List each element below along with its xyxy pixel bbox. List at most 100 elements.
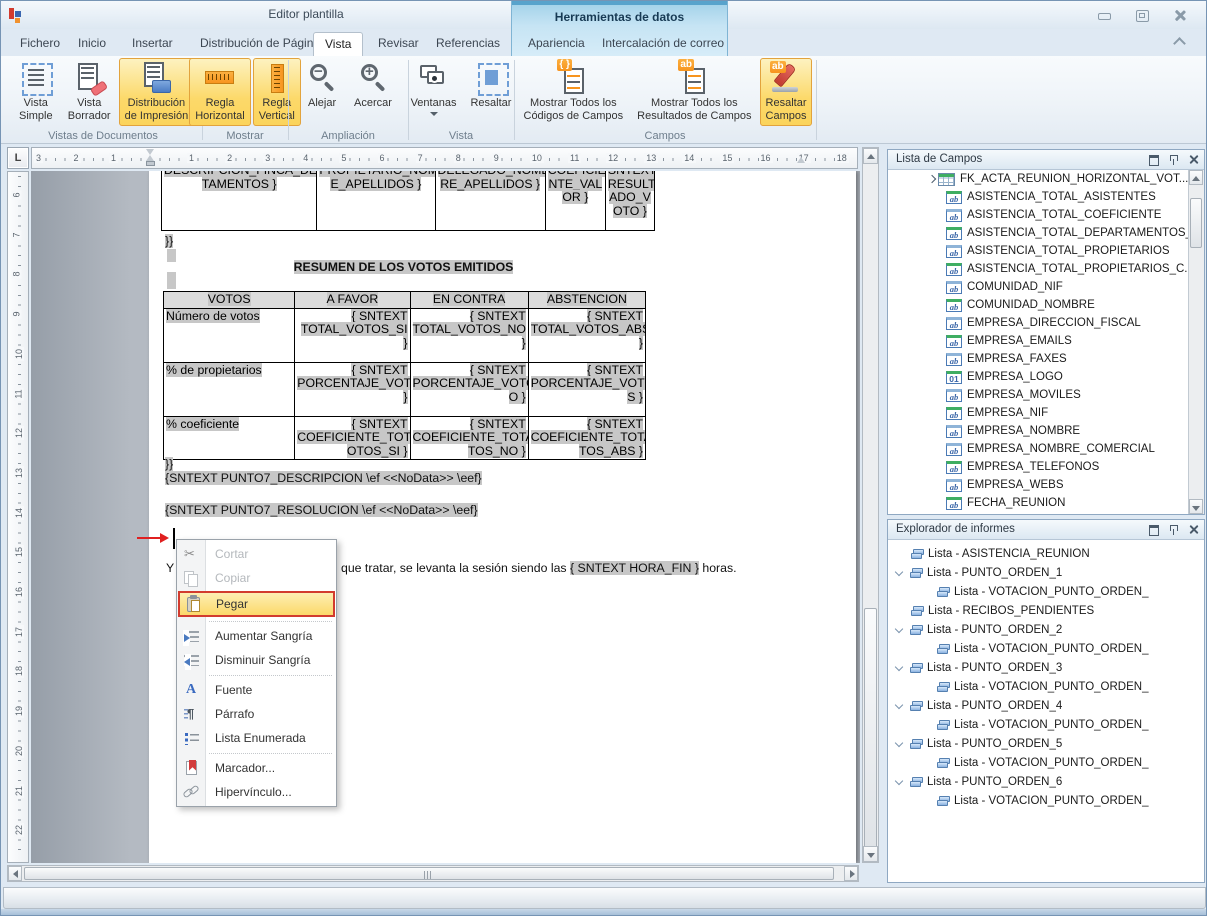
ribbon-button-mostrar-todos-los-resultados-de-campos[interactable]: abMostrar Todos losResultados de Campos xyxy=(631,58,757,126)
ribbon-button-vista-simple[interactable]: VistaSimple xyxy=(12,58,60,126)
field-item-empresa-direccion-fiscal[interactable]: EMPRESA_DIRECCION_FISCAL xyxy=(888,314,1188,332)
tab-distribucion-de-pagina[interactable]: Distribución de Página xyxy=(189,32,331,56)
close-panel-icon[interactable] xyxy=(1187,153,1200,166)
ribbon-button-resaltar[interactable]: Resaltar xyxy=(464,58,517,126)
menu-item-cortar[interactable]: Cortar xyxy=(177,542,336,566)
tab-stop-selector[interactable]: L xyxy=(7,147,29,169)
field-item-asistencia-total-coeficiente[interactable]: ASISTENCIA_TOTAL_COEFICIENTE xyxy=(888,206,1188,224)
expander-down-icon[interactable] xyxy=(896,702,903,709)
menu-item-aumentar-sangria[interactable]: Aumentar Sangría xyxy=(177,624,336,648)
expander-down-icon[interactable] xyxy=(896,740,903,747)
report-item-lista-votacion-punto-orden[interactable]: Lista - VOTACION_PUNTO_ORDEN_ xyxy=(888,791,1204,810)
field-item-empresa-logo[interactable]: EMPRESA_LOGO xyxy=(888,368,1188,386)
field-item-empresa-nombre-comercial[interactable]: EMPRESA_NOMBRE_COMERCIAL xyxy=(888,440,1188,458)
close-panel-icon[interactable] xyxy=(1187,523,1200,536)
report-item-lista-votacion-punto-orden[interactable]: Lista - VOTACION_PUNTO_ORDEN_ xyxy=(888,677,1204,696)
menu-item-copiar[interactable]: Copiar xyxy=(177,566,336,590)
minimize-icon[interactable] xyxy=(1096,9,1112,21)
field-item-empresa-emails[interactable]: EMPRESA_EMAILS xyxy=(888,332,1188,350)
collapse-ribbon-icon[interactable] xyxy=(1172,37,1186,47)
attendance-table[interactable]: DESCRIPCION_FINCA_DEPARTAMENTOS }PROPIET… xyxy=(161,171,655,231)
pin-panel-icon[interactable] xyxy=(1167,153,1180,166)
fields-scroll-thumb[interactable] xyxy=(1190,198,1202,248)
tab-referencias[interactable]: Referencias xyxy=(425,32,511,56)
field-item-comunidad-nif[interactable]: COMUNIDAD_NIF xyxy=(888,278,1188,296)
menu-item-disminuir-sangria[interactable]: Disminuir Sangría xyxy=(177,648,336,672)
report-item-lista-punto-orden-4[interactable]: Lista - PUNTO_ORDEN_4 xyxy=(888,696,1204,715)
vertical-scrollbar[interactable] xyxy=(862,147,879,863)
report-item-lista-punto-orden-1[interactable]: Lista - PUNTO_ORDEN_1 xyxy=(888,563,1204,582)
tab-apariencia[interactable]: Apariencia xyxy=(517,32,596,56)
menu-item-pegar[interactable]: Pegar xyxy=(178,591,335,617)
tab-revisar[interactable]: Revisar xyxy=(367,32,430,56)
report-item-lista-votacion-punto-orden[interactable]: Lista - VOTACION_PUNTO_ORDEN_ xyxy=(888,582,1204,601)
menu-item-marcador[interactable]: Marcador... xyxy=(177,756,336,780)
menu-item-fuente[interactable]: Fuente xyxy=(177,678,336,702)
scroll-left-icon[interactable] xyxy=(8,866,22,881)
field-item-empresa-nif[interactable]: EMPRESA_NIF xyxy=(888,404,1188,422)
tab-vista[interactable]: Vista xyxy=(313,32,363,56)
reports-panel-header[interactable]: Explorador de informes xyxy=(888,520,1204,540)
tab-insertar[interactable]: Insertar xyxy=(121,32,184,56)
expander-right-icon[interactable] xyxy=(928,176,935,183)
scroll-down-icon[interactable] xyxy=(1189,499,1203,514)
field-item-empresa-nombre[interactable]: EMPRESA_NOMBRE xyxy=(888,422,1188,440)
menu-item-lista-enumerada[interactable]: Lista Enumerada xyxy=(177,726,336,750)
field-item-empresa-webs[interactable]: EMPRESA_WEBS xyxy=(888,476,1188,494)
tab-intercalacion-de-correo[interactable]: Intercalación de correo xyxy=(591,32,735,56)
menu-item-hipervinculo[interactable]: Hipervínculo... xyxy=(177,780,336,804)
ribbon-button-regla-horizontal[interactable]: ReglaHorizontal xyxy=(189,58,251,126)
report-item-lista-votacion-punto-orden[interactable]: Lista - VOTACION_PUNTO_ORDEN_ xyxy=(888,715,1204,734)
field-item-asistencia-total-asistentes[interactable]: ASISTENCIA_TOTAL_ASISTENTES xyxy=(888,188,1188,206)
report-item-lista-recibos-pendientes[interactable]: Lista - RECIBOS_PENDIENTES xyxy=(888,601,1204,620)
tab-inicio[interactable]: Inicio xyxy=(67,32,117,56)
votes-summary-table[interactable]: VOTOSA FAVOREN CONTRAABSTENCIONNúmero de… xyxy=(163,291,646,460)
field-item-comunidad-nombre[interactable]: COMUNIDAD_NOMBRE xyxy=(888,296,1188,314)
horizontal-ruler[interactable]: 321123456789101112131415161718 xyxy=(31,147,858,169)
ribbon-button-alejar[interactable]: Alejar xyxy=(298,58,346,126)
field-item-fecha-reunion[interactable]: FECHA_REUNION xyxy=(888,494,1188,512)
ribbon-button-acercar[interactable]: Acercar xyxy=(348,58,398,126)
scroll-right-icon[interactable] xyxy=(844,866,858,881)
restore-icon[interactable] xyxy=(1134,9,1150,21)
report-item-lista-punto-orden-6[interactable]: Lista - PUNTO_ORDEN_6 xyxy=(888,772,1204,791)
ribbon-button-mostrar-todos-los-codigos-de-campos[interactable]: { }Mostrar Todos losCódigos de Campos xyxy=(518,58,630,126)
ribbon-button-distribucion-de-impresion[interactable]: Distribuciónde Impresión xyxy=(119,58,195,126)
scroll-up-icon[interactable] xyxy=(1189,170,1203,185)
float-panel-icon[interactable] xyxy=(1147,523,1160,536)
ribbon-button-resaltar-campos[interactable]: abResaltarCampos xyxy=(760,58,813,126)
field-item-fk-acta-reunion-horizontal-vot[interactable]: FK_ACTA_REUNION_HORIZONTAL_VOT... xyxy=(888,170,1188,188)
float-panel-icon[interactable] xyxy=(1147,153,1160,166)
field-item-asistencia-total-propietarios-c[interactable]: ASISTENCIA_TOTAL_PROPIETARIOS_C... xyxy=(888,260,1188,278)
right-indent-marker-icon[interactable] xyxy=(797,157,806,163)
indent-marker-icon[interactable] xyxy=(146,149,155,166)
expander-down-icon[interactable] xyxy=(896,626,903,633)
report-item-lista-punto-orden-2[interactable]: Lista - PUNTO_ORDEN_2 xyxy=(888,620,1204,639)
report-item-lista-votacion-punto-orden[interactable]: Lista - VOTACION_PUNTO_ORDEN_ xyxy=(888,753,1204,772)
report-item-lista-votacion-punto-orden[interactable]: Lista - VOTACION_PUNTO_ORDEN_ xyxy=(888,639,1204,658)
ribbon-button-vista-borrador[interactable]: VistaBorrador xyxy=(62,58,117,126)
field-item-asistencia-total-departamentos[interactable]: ASISTENCIA_TOTAL_DEPARTAMENTOS_... xyxy=(888,224,1188,242)
vertical-ruler[interactable]: 678910111213141516171819202122 xyxy=(7,171,29,863)
vertical-scroll-thumb[interactable] xyxy=(864,608,877,848)
report-item-lista-asistencia-reunion[interactable]: Lista - ASISTENCIA_REUNION xyxy=(888,544,1204,563)
field-item-asistencia-total-propietarios[interactable]: ASISTENCIA_TOTAL_PROPIETARIOS xyxy=(888,242,1188,260)
scroll-up-icon[interactable] xyxy=(863,148,878,164)
field-item-empresa-moviles[interactable]: EMPRESA_MOVILES xyxy=(888,386,1188,404)
horizontal-scrollbar[interactable] xyxy=(7,865,859,882)
report-item-lista-punto-orden-5[interactable]: Lista - PUNTO_ORDEN_5 xyxy=(888,734,1204,753)
field-item-empresa-telefonos[interactable]: EMPRESA_TELEFONOS xyxy=(888,458,1188,476)
pin-panel-icon[interactable] xyxy=(1167,523,1180,536)
ribbon-button-ventanas[interactable]: Ventanas xyxy=(405,58,463,126)
report-item-lista-punto-orden-3[interactable]: Lista - PUNTO_ORDEN_3 xyxy=(888,658,1204,677)
field-item-empresa-faxes[interactable]: EMPRESA_FAXES xyxy=(888,350,1188,368)
expander-down-icon[interactable] xyxy=(896,778,903,785)
fields-panel-header[interactable]: Lista de Campos xyxy=(888,150,1204,170)
fields-scrollbar[interactable] xyxy=(1188,170,1204,514)
expander-down-icon[interactable] xyxy=(896,664,903,671)
scroll-down-icon[interactable] xyxy=(863,846,878,862)
tab-fichero[interactable]: Fichero xyxy=(9,32,71,56)
close-icon[interactable] xyxy=(1172,9,1188,21)
menu-item-parrafo[interactable]: Párrafo xyxy=(177,702,336,726)
horizontal-scroll-thumb[interactable] xyxy=(24,867,834,880)
